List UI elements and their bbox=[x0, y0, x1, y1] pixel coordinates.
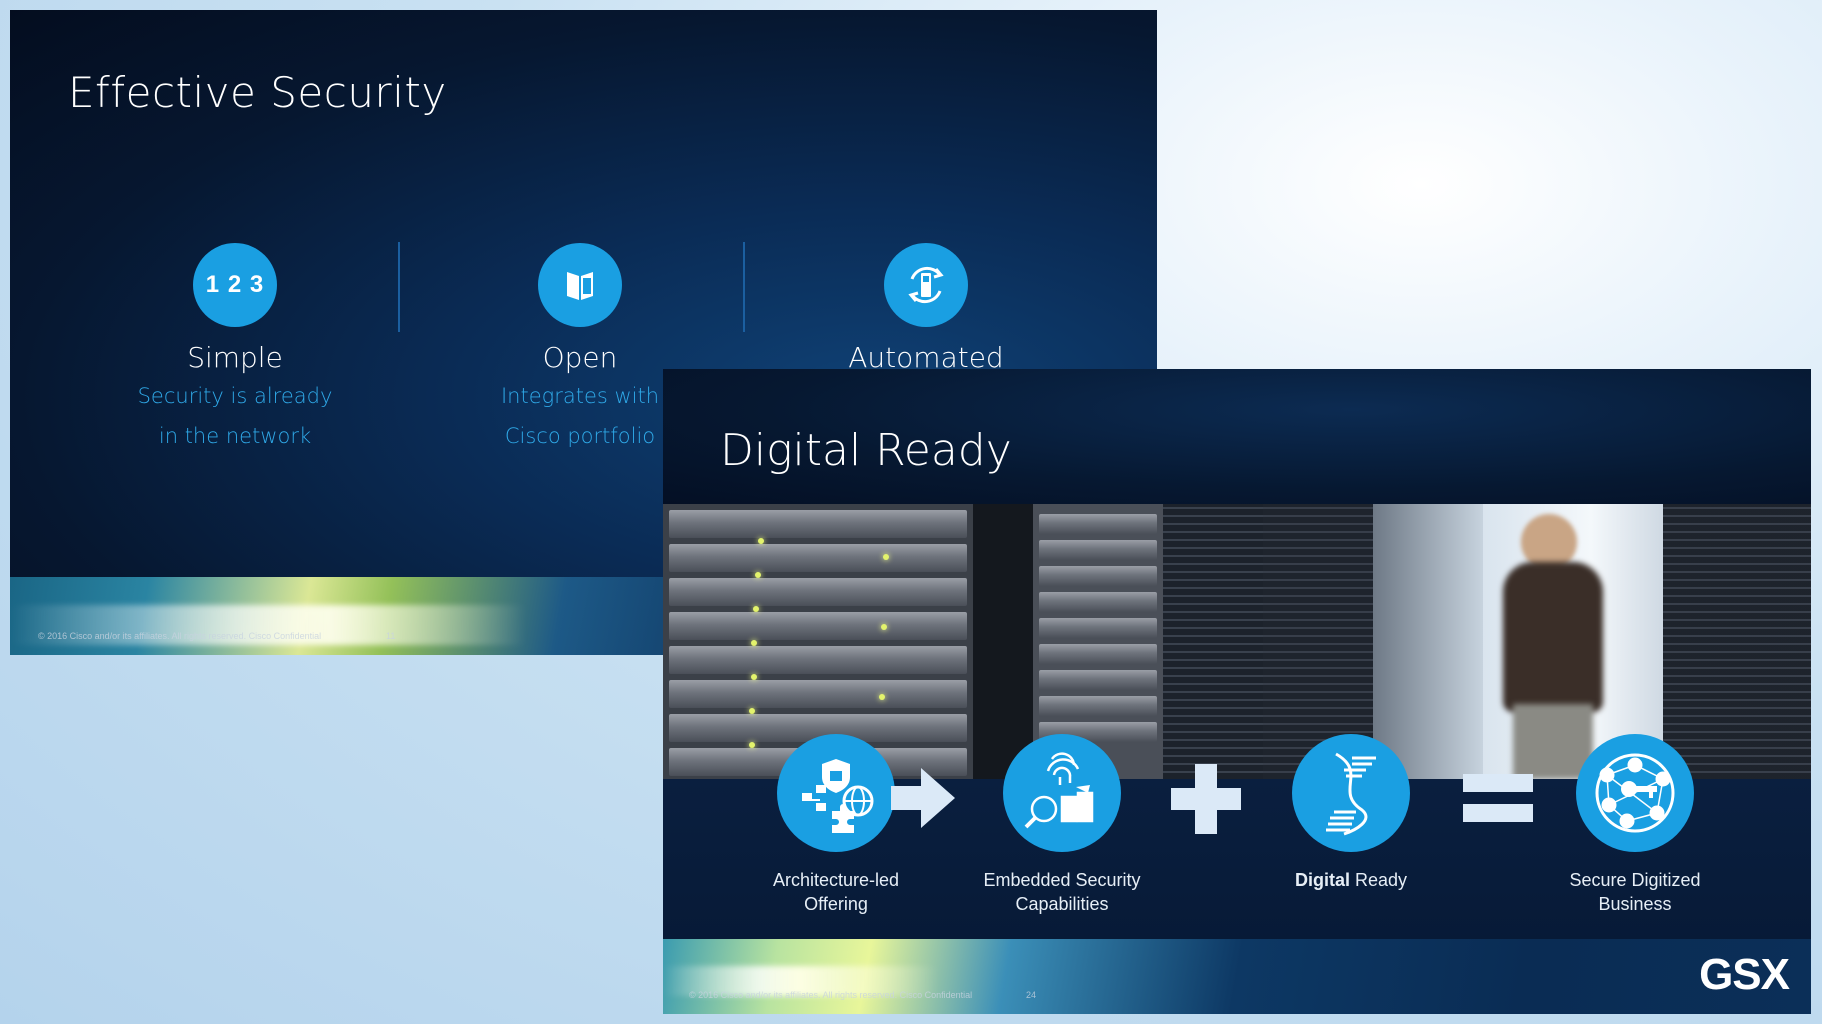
open-book-icon bbox=[538, 243, 622, 327]
feature-description: Security is already in the network bbox=[137, 384, 333, 448]
arrow-right-icon bbox=[891, 768, 955, 832]
slide-title: Digital Ready bbox=[720, 425, 1012, 476]
copyright-footnote: © 2016 Cisco and/or its affiliates. All … bbox=[38, 631, 322, 641]
gsx-logo: GSX bbox=[1699, 950, 1790, 999]
plus-icon bbox=[1171, 764, 1241, 838]
page-number: 11 bbox=[386, 631, 396, 641]
architecture-shield-globe-icon bbox=[777, 734, 895, 852]
equals-icon bbox=[1463, 774, 1533, 826]
step-label: Architecture-led Offering bbox=[772, 870, 900, 914]
person-body bbox=[1503, 562, 1603, 712]
step-label: Secure Digitized Business bbox=[1569, 870, 1701, 914]
step-label: Digital Ready bbox=[1294, 870, 1408, 890]
feature-simple: 1 2 3 Simple Security is already in the … bbox=[115, 243, 355, 456]
step-digital-ready: Digital Ready bbox=[1256, 734, 1446, 892]
step-label: Embedded Security Capabilities bbox=[983, 870, 1141, 914]
feature-title: Simple bbox=[187, 341, 283, 374]
feature-automated: Automated bbox=[806, 243, 1046, 374]
secure-network-key-icon bbox=[1576, 734, 1694, 852]
numbers-123-icon: 1 2 3 bbox=[193, 243, 277, 327]
step-secure-digitized-business: Secure Digitized Business bbox=[1540, 734, 1730, 916]
fingerprint-security-icon bbox=[1003, 734, 1121, 852]
copyright-footnote: © 2016 Cisco and/or its affiliates. All … bbox=[689, 990, 973, 1000]
slide-digital-ready: Digital Ready Architecture-led Offering … bbox=[663, 369, 1811, 1014]
divider bbox=[398, 242, 400, 332]
step-embedded-security: Embedded Security Capabilities bbox=[967, 734, 1157, 916]
slide-title: Effective Security bbox=[68, 68, 447, 117]
page-number: 24 bbox=[1026, 990, 1037, 1000]
automation-cycle-icon bbox=[884, 243, 968, 327]
dna-helix-icon bbox=[1292, 734, 1410, 852]
divider bbox=[743, 242, 745, 332]
